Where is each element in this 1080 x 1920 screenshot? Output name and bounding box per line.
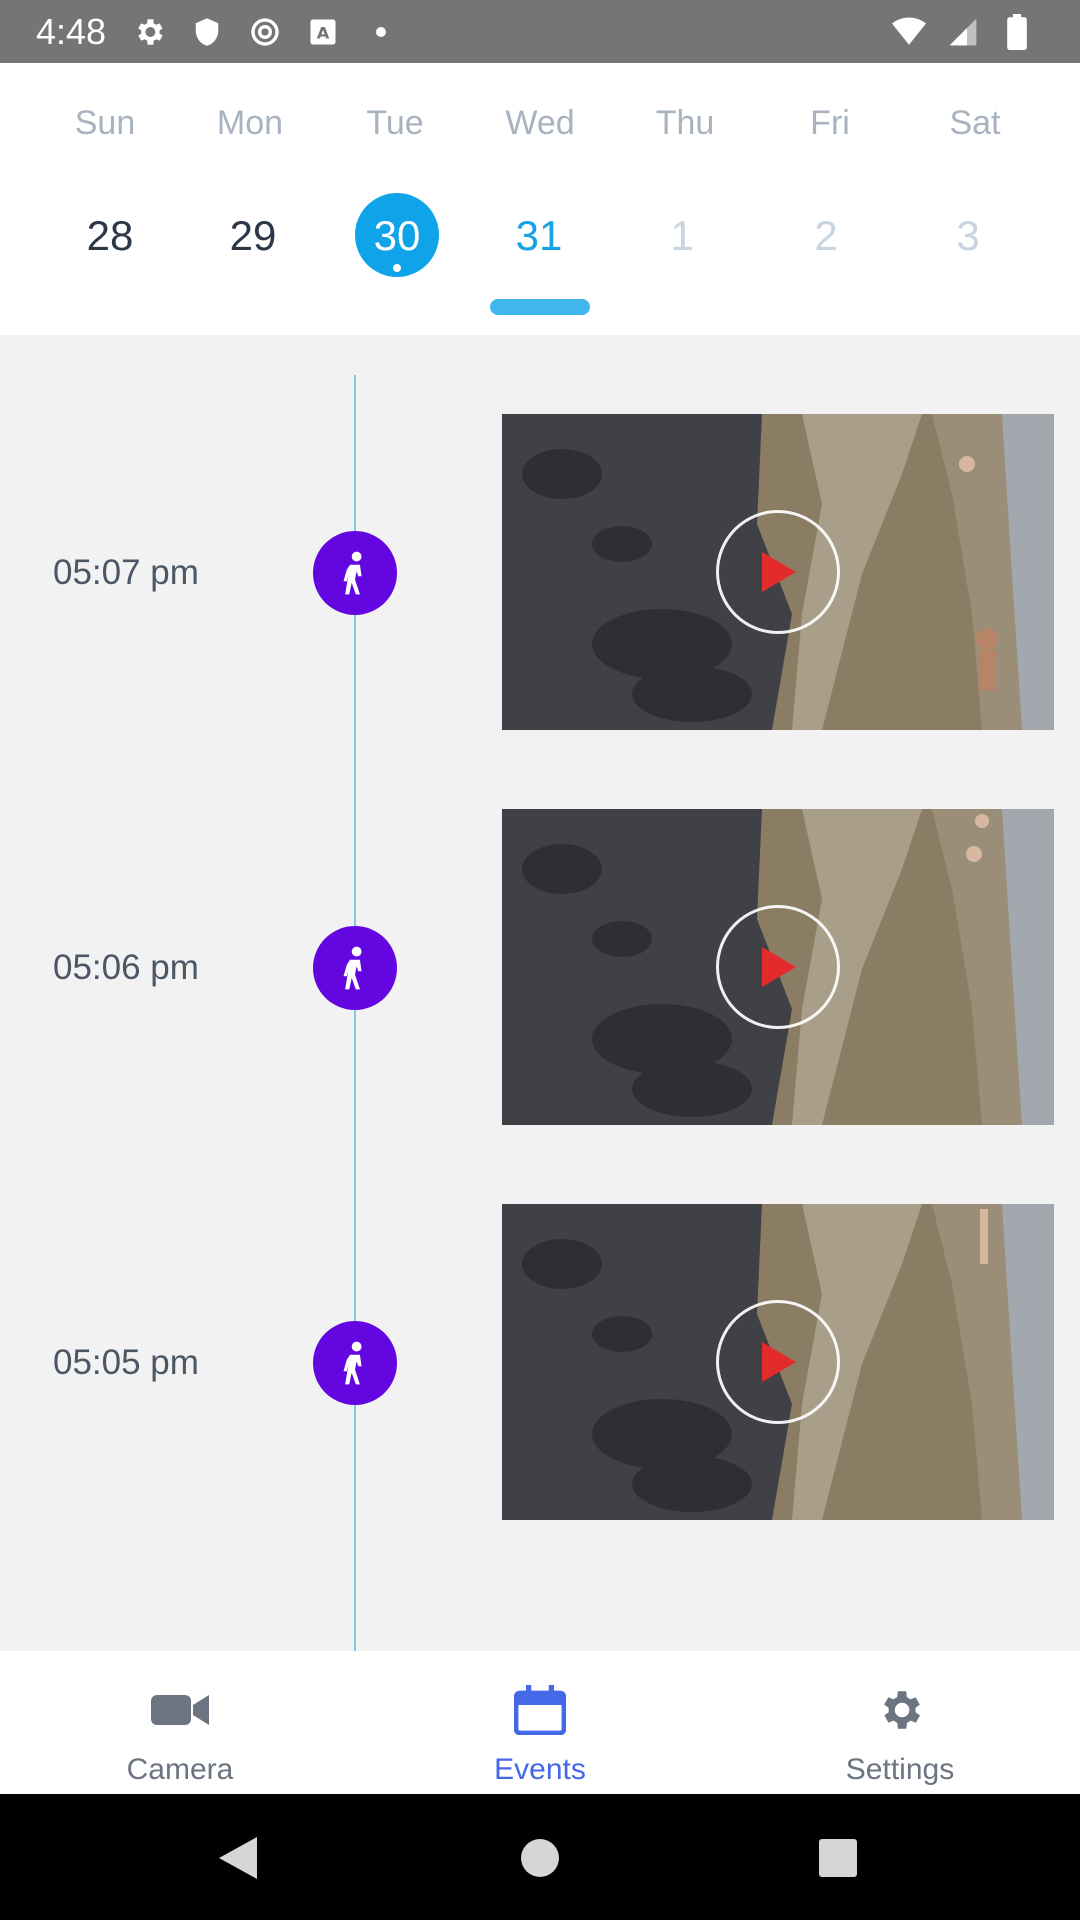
- back-icon[interactable]: [214, 1834, 262, 1882]
- nav-label-events: Events: [494, 1753, 586, 1786]
- status-time: 4:48: [36, 10, 107, 52]
- nav-label-settings: Settings: [845, 1753, 955, 1786]
- nav-settings[interactable]: Settings: [720, 1651, 1080, 1794]
- play-button[interactable]: [716, 510, 840, 634]
- dates-row: 28 29 30 31 1 2 3: [0, 194, 1080, 278]
- play-button[interactable]: [716, 905, 840, 1029]
- system-navigation-bar: [0, 1794, 1080, 1920]
- today-indicator-bar: [490, 299, 590, 315]
- home-icon[interactable]: [516, 1834, 564, 1882]
- event-video-thumbnail[interactable]: [502, 414, 1054, 730]
- week-calendar: Sun Mon Tue Wed Thu Fri Sat 28 29 30 31 …: [0, 63, 1080, 335]
- day-names-row: Sun Mon Tue Wed Thu Fri Sat: [0, 63, 1080, 142]
- shield-icon: [190, 15, 224, 49]
- play-icon: [762, 947, 796, 987]
- dot-icon: [364, 15, 398, 49]
- day-name-sun: Sun: [74, 104, 136, 142]
- event-item[interactable]: 05:05 pm: [0, 1204, 1080, 1520]
- play-icon: [762, 1342, 796, 1382]
- day-name-sat: Sat: [949, 104, 1001, 142]
- gear-icon: [870, 1685, 930, 1735]
- sync-icon: [248, 15, 282, 49]
- day-name-tue: Tue: [366, 104, 424, 142]
- calendar-icon: [510, 1685, 570, 1735]
- recents-icon[interactable]: [814, 1834, 862, 1882]
- day-name-fri: Fri: [810, 104, 850, 142]
- video-camera-icon: [150, 1685, 210, 1735]
- svg-text:A: A: [317, 23, 330, 42]
- event-video-thumbnail[interactable]: [502, 1204, 1054, 1520]
- event-time: 05:07 pm: [53, 553, 199, 592]
- day-name-wed: Wed: [505, 104, 575, 142]
- event-video-thumbnail[interactable]: [502, 809, 1054, 1125]
- date-29[interactable]: 29: [193, 194, 313, 278]
- event-time: 05:06 pm: [53, 948, 199, 987]
- day-name-mon: Mon: [216, 104, 284, 142]
- person-motion-icon: [313, 1321, 397, 1405]
- date-30-selected[interactable]: 30: [337, 194, 457, 278]
- wifi-icon: [892, 15, 926, 49]
- bottom-navigation: Camera Events Settings: [0, 1651, 1080, 1794]
- person-motion-icon: [313, 531, 397, 615]
- event-item[interactable]: 05:07 pm: [0, 414, 1080, 730]
- nav-events[interactable]: Events: [360, 1651, 720, 1794]
- date-1: 1: [670, 212, 694, 259]
- event-time: 05:05 pm: [53, 1343, 199, 1382]
- date-28[interactable]: 28: [50, 194, 170, 278]
- person-motion-icon: [313, 926, 397, 1010]
- status-bar: 4:48 A: [0, 0, 1080, 63]
- day-name-thu: Thu: [655, 104, 715, 142]
- date-31-today[interactable]: 31: [479, 194, 599, 278]
- font-icon: A: [306, 15, 340, 49]
- nav-camera[interactable]: Camera: [0, 1651, 360, 1794]
- battery-icon: [1000, 13, 1034, 50]
- signal-icon: [946, 15, 980, 49]
- gear-icon: [132, 15, 166, 49]
- play-icon: [762, 552, 796, 592]
- play-button[interactable]: [716, 1300, 840, 1424]
- event-item[interactable]: 05:06 pm: [0, 809, 1080, 1125]
- nav-label-camera: Camera: [126, 1753, 234, 1786]
- events-timeline[interactable]: 05:07 pm 05:06 pm 05:05 pm: [0, 335, 1080, 1651]
- date-2: 2: [814, 212, 838, 259]
- date-3: 3: [956, 212, 980, 259]
